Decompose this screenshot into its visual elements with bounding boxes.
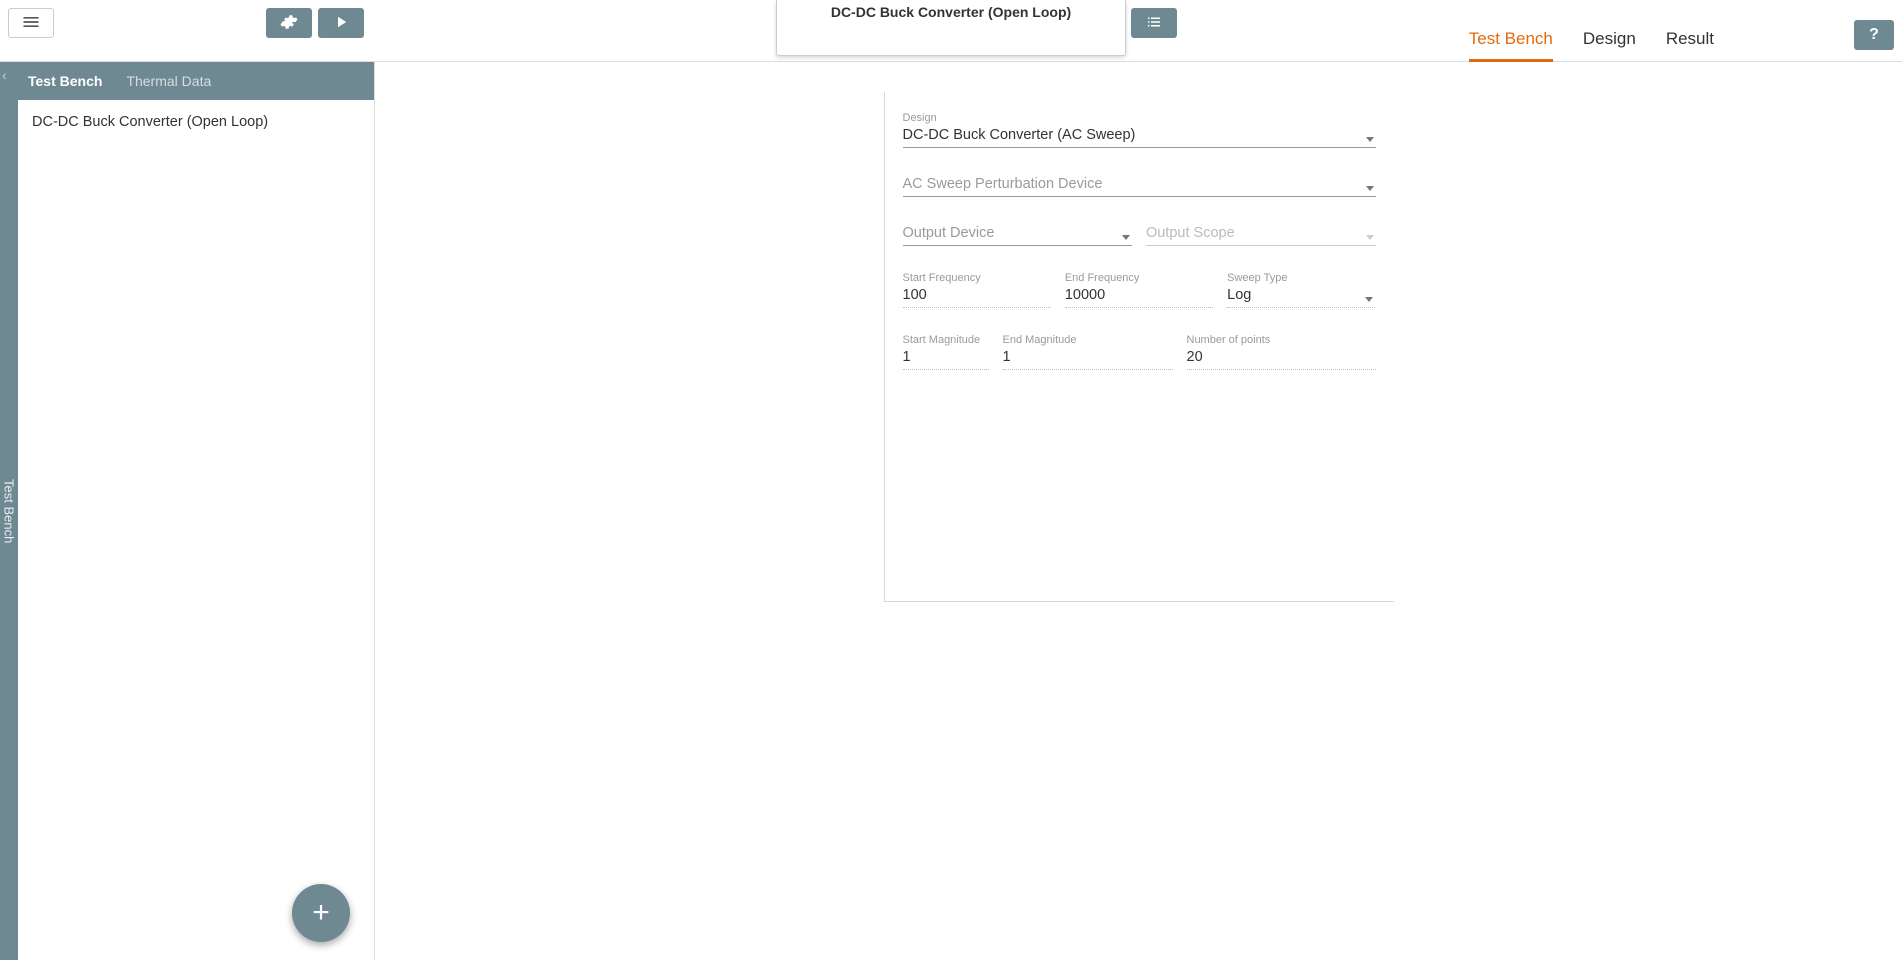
start-frequency-value: 100 bbox=[903, 285, 1051, 308]
start-magnitude-field[interactable]: Start Magnitude 1 bbox=[903, 334, 989, 370]
design-select[interactable]: Design DC-DC Buck Converter (AC Sweep) bbox=[903, 112, 1376, 148]
sidebar-item[interactable]: DC-DC Buck Converter (Open Loop) bbox=[18, 100, 374, 144]
design-label: Design bbox=[903, 112, 1376, 124]
start-magnitude-label: Start Magnitude bbox=[903, 334, 989, 346]
sidebar-tab-test-bench[interactable]: Test Bench bbox=[28, 73, 102, 89]
toolbar-right-group: Test Bench Design Result ? bbox=[1469, 8, 1894, 62]
content-area: Design DC-DC Buck Converter (AC Sweep) A… bbox=[375, 62, 1902, 960]
end-magnitude-value: 1 bbox=[1003, 347, 1173, 370]
sidebar-tab-thermal-data[interactable]: Thermal Data bbox=[126, 73, 211, 89]
output-scope-select[interactable]: Output Scope bbox=[1146, 223, 1376, 246]
tab-result[interactable]: Result bbox=[1666, 29, 1714, 62]
chevron-left-icon: ‹ bbox=[2, 67, 7, 83]
chevron-down-icon bbox=[1366, 235, 1374, 240]
help-button[interactable]: ? bbox=[1854, 20, 1894, 50]
end-magnitude-label: End Magnitude bbox=[1003, 334, 1173, 346]
number-of-points-label: Number of points bbox=[1187, 334, 1376, 346]
menu-icon bbox=[21, 12, 41, 35]
output-scope-placeholder: Output Scope bbox=[1146, 223, 1376, 246]
end-frequency-value: 10000 bbox=[1065, 285, 1213, 308]
toolbar-left-group bbox=[8, 8, 364, 38]
perturbation-placeholder: AC Sweep Perturbation Device bbox=[903, 174, 1376, 197]
sidebar: Test Bench Thermal Data DC-DC Buck Conve… bbox=[18, 62, 375, 960]
top-toolbar: DC-DC Buck Converter (Open Loop) Test Be… bbox=[0, 0, 1902, 62]
number-of-points-field[interactable]: Number of points 20 bbox=[1187, 334, 1376, 370]
vertical-rail[interactable]: ‹ Test Bench bbox=[0, 62, 18, 960]
list-button[interactable] bbox=[1131, 8, 1177, 38]
chevron-down-icon bbox=[1366, 137, 1374, 142]
end-frequency-field[interactable]: End Frequency 10000 bbox=[1065, 272, 1213, 308]
vertical-rail-label: Test Bench bbox=[2, 479, 17, 543]
output-device-placeholder: Output Device bbox=[903, 223, 1133, 246]
tab-test-bench[interactable]: Test Bench bbox=[1469, 29, 1553, 62]
chevron-down-icon bbox=[1366, 186, 1374, 191]
start-frequency-field[interactable]: Start Frequency 100 bbox=[903, 272, 1051, 308]
sweep-type-select[interactable]: Sweep Type Log bbox=[1227, 272, 1375, 308]
tab-design[interactable]: Design bbox=[1583, 29, 1636, 62]
end-magnitude-field[interactable]: End Magnitude 1 bbox=[1003, 334, 1173, 370]
start-frequency-label: Start Frequency bbox=[903, 272, 1051, 284]
output-device-select[interactable]: Output Device bbox=[903, 223, 1133, 246]
list-icon bbox=[1145, 13, 1163, 34]
gear-icon bbox=[280, 13, 298, 34]
chevron-down-icon bbox=[1365, 297, 1373, 302]
main-tabs: Test Bench Design Result bbox=[1469, 8, 1834, 62]
number-of-points-value: 20 bbox=[1187, 347, 1376, 370]
project-title: DC-DC Buck Converter (Open Loop) bbox=[831, 4, 1071, 20]
add-button[interactable]: + bbox=[292, 884, 350, 942]
sidebar-tabs: Test Bench Thermal Data bbox=[18, 62, 374, 100]
end-frequency-label: End Frequency bbox=[1065, 272, 1213, 284]
run-button[interactable] bbox=[318, 8, 364, 38]
menu-button[interactable] bbox=[8, 8, 54, 38]
sweep-type-label: Sweep Type bbox=[1227, 272, 1375, 284]
chevron-down-icon bbox=[1122, 235, 1130, 240]
form-panel: Design DC-DC Buck Converter (AC Sweep) A… bbox=[884, 92, 1394, 602]
start-magnitude-value: 1 bbox=[903, 347, 989, 370]
project-title-card[interactable]: DC-DC Buck Converter (Open Loop) bbox=[776, 0, 1126, 56]
play-icon bbox=[332, 13, 350, 34]
sidebar-list: DC-DC Buck Converter (Open Loop) bbox=[18, 100, 374, 960]
settings-button[interactable] bbox=[266, 8, 312, 38]
design-value: DC-DC Buck Converter (AC Sweep) bbox=[903, 125, 1376, 148]
sweep-type-value: Log bbox=[1227, 285, 1375, 308]
perturbation-device-select[interactable]: AC Sweep Perturbation Device bbox=[903, 174, 1376, 197]
